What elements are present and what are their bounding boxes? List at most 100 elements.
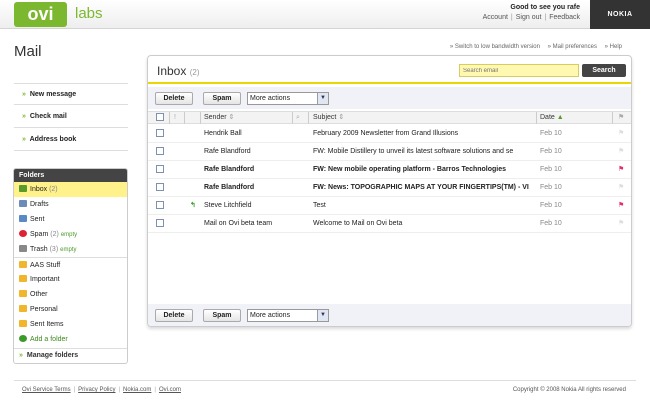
folder-inbox[interactable]: Inbox (2)	[14, 182, 127, 197]
subject-column-header[interactable]: Subject ⇕	[313, 112, 344, 124]
folder-label: Important	[30, 276, 60, 283]
add-folder-label: Add a folder	[30, 336, 68, 343]
delete-button-bottom[interactable]: Delete	[155, 309, 193, 322]
chevron-down-icon: ▼	[317, 93, 328, 104]
folders-title: Folders	[14, 169, 127, 182]
message-subject[interactable]: Welcome to Mail on Ovi beta	[313, 215, 535, 233]
more-actions-value: More actions	[250, 95, 291, 102]
message-subject[interactable]: FW: Mobile Distillery to unveil its late…	[313, 143, 535, 161]
delete-button[interactable]: Delete	[155, 92, 193, 105]
mail-preferences-link[interactable]: » Mail preferences	[548, 44, 597, 50]
flag-icon[interactable]: ⚑	[618, 125, 628, 143]
message-row[interactable]: Mail on Ovi beta team Welcome to Mail on …	[148, 215, 631, 233]
ovi-com-link[interactable]: Ovi.com	[159, 387, 181, 393]
spam-button-bottom[interactable]: Spam	[203, 309, 241, 322]
feedback-link[interactable]: Feedback	[546, 14, 583, 21]
flag-icon[interactable]: ⚑	[618, 179, 628, 197]
privacy-policy-link[interactable]: Privacy Policy	[78, 387, 115, 393]
message-row[interactable]: Rafe Blandford FW: Mobile Distillery to u…	[148, 143, 631, 161]
message-row[interactable]: Rafe Blandford FW: New mobile operating p…	[148, 161, 631, 179]
folder-label: Drafts	[30, 201, 49, 208]
check-mail-action[interactable]: » Check mail	[14, 106, 128, 128]
arrow-icon: »	[22, 113, 26, 120]
attachment-icon[interactable]: ⌕	[296, 112, 300, 124]
folder-spam[interactable]: Spam (2) empty	[14, 227, 127, 242]
help-link[interactable]: » Help	[605, 44, 622, 50]
message-date: Feb 10	[540, 130, 562, 137]
message-date: Feb 10	[540, 220, 562, 227]
folder-count: (2)	[49, 186, 58, 193]
arrow-icon: »	[22, 91, 26, 98]
message-row[interactable]: Rafe Blandford FW: News: TOPOGRAPHIC MAPS…	[148, 179, 631, 197]
message-checkbox[interactable]	[156, 143, 164, 161]
arrow-icon: »	[22, 136, 26, 143]
message-row[interactable]: Hendrik Ball February 2009 Newsletter fro…	[148, 125, 631, 143]
folder-other[interactable]: Other	[14, 287, 127, 302]
message-subject[interactable]: Test	[313, 197, 535, 215]
ovi-logo[interactable]: ovi	[14, 2, 67, 27]
folder-important[interactable]: Important	[14, 272, 127, 287]
more-actions-select-bottom[interactable]: More actions ▼	[247, 309, 329, 322]
more-actions-select[interactable]: More actions ▼	[247, 92, 329, 105]
message-checkbox[interactable]	[156, 215, 164, 233]
folder-sent[interactable]: Sent	[14, 212, 127, 227]
folder-sent-items[interactable]: Sent Items	[14, 317, 127, 332]
manage-folders-label: Manage folders	[26, 352, 79, 359]
message-checkbox[interactable]	[156, 179, 164, 197]
message-checkbox[interactable]	[156, 125, 164, 143]
message-list-header: ! Sender ⇕ ⌕ Subject ⇕ Date ▲ ⚑	[148, 111, 631, 124]
message-checkbox[interactable]	[156, 161, 164, 179]
message-checkbox[interactable]	[156, 197, 164, 215]
select-all-checkbox[interactable]	[156, 112, 164, 124]
empty-spam-link[interactable]: empty	[61, 232, 77, 238]
flag-icon[interactable]: ⚑	[618, 197, 628, 215]
subject-header-label: Subject	[313, 114, 337, 121]
folder-label: Sent	[30, 216, 45, 223]
page-title: Mail	[14, 43, 42, 60]
date-column-header[interactable]: Date ▲	[540, 112, 564, 124]
new-message-action[interactable]: » New message	[14, 83, 128, 105]
message-subject[interactable]: FW: News: TOPOGRAPHIC MAPS AT YOUR FINGE…	[313, 179, 535, 197]
message-subject[interactable]: February 2009 Newsletter from Grand Illu…	[313, 125, 535, 143]
message-row[interactable]: ↰ Steve Litchfield Test Feb 10 ⚑	[148, 197, 631, 215]
message-sender: Rafe Blandford	[204, 166, 255, 173]
account-link[interactable]: Account	[480, 14, 511, 21]
sender-column-header[interactable]: Sender ⇕	[204, 112, 234, 124]
folder-icon	[19, 305, 27, 312]
add-folder-button[interactable]: Add a folder	[14, 332, 127, 347]
inbox-header: Inbox (2) Search	[148, 56, 631, 84]
folder-icon	[19, 261, 27, 268]
flag-icon[interactable]: ⚑	[618, 215, 628, 233]
empty-trash-link[interactable]: empty	[60, 247, 76, 253]
folder-icon	[19, 290, 27, 297]
flag-icon[interactable]: ⚑	[618, 143, 628, 161]
low-bandwidth-link[interactable]: » Switch to low bandwidth version	[450, 44, 540, 50]
account-links: Account | Sign out | Feedback	[480, 14, 583, 21]
spam-button[interactable]: Spam	[203, 92, 241, 105]
flag-icon[interactable]: ⚑	[618, 161, 628, 179]
nokia-com-link[interactable]: Nokia.com	[123, 387, 151, 393]
folder-personal[interactable]: Personal	[14, 302, 127, 317]
message-sender: Mail on Ovi beta team	[204, 220, 273, 227]
flag-column-icon[interactable]: ⚑	[618, 112, 624, 124]
search-input[interactable]	[459, 64, 579, 77]
footer-links: Ovi Service Terms | Privacy Policy | Nokia.c…	[22, 387, 181, 393]
message-date: Feb 10	[540, 166, 562, 173]
folder-trash[interactable]: Trash (3) empty	[14, 242, 127, 257]
new-message-label: New message	[29, 91, 77, 98]
message-subject[interactable]: FW: New mobile operating platform - Barr…	[313, 161, 535, 179]
address-book-action[interactable]: » Address book	[14, 129, 128, 151]
folder-count: (2)	[50, 231, 59, 238]
service-terms-link[interactable]: Ovi Service Terms	[22, 387, 71, 393]
trash-icon	[19, 245, 27, 252]
manage-folders-link[interactable]: » Manage folders	[14, 348, 127, 362]
folder-drafts[interactable]: Drafts	[14, 197, 127, 212]
nokia-logo[interactable]: NOKIA	[590, 0, 650, 29]
folder-aas-stuff[interactable]: AAS Stuff	[14, 257, 127, 272]
priority-icon[interactable]: !	[174, 112, 176, 124]
drafts-icon	[19, 200, 27, 207]
date-header-label: Date	[540, 114, 555, 121]
sign-out-link[interactable]: Sign out	[513, 14, 545, 21]
chevron-down-icon: ▼	[317, 310, 328, 321]
search-button[interactable]: Search	[582, 64, 626, 77]
